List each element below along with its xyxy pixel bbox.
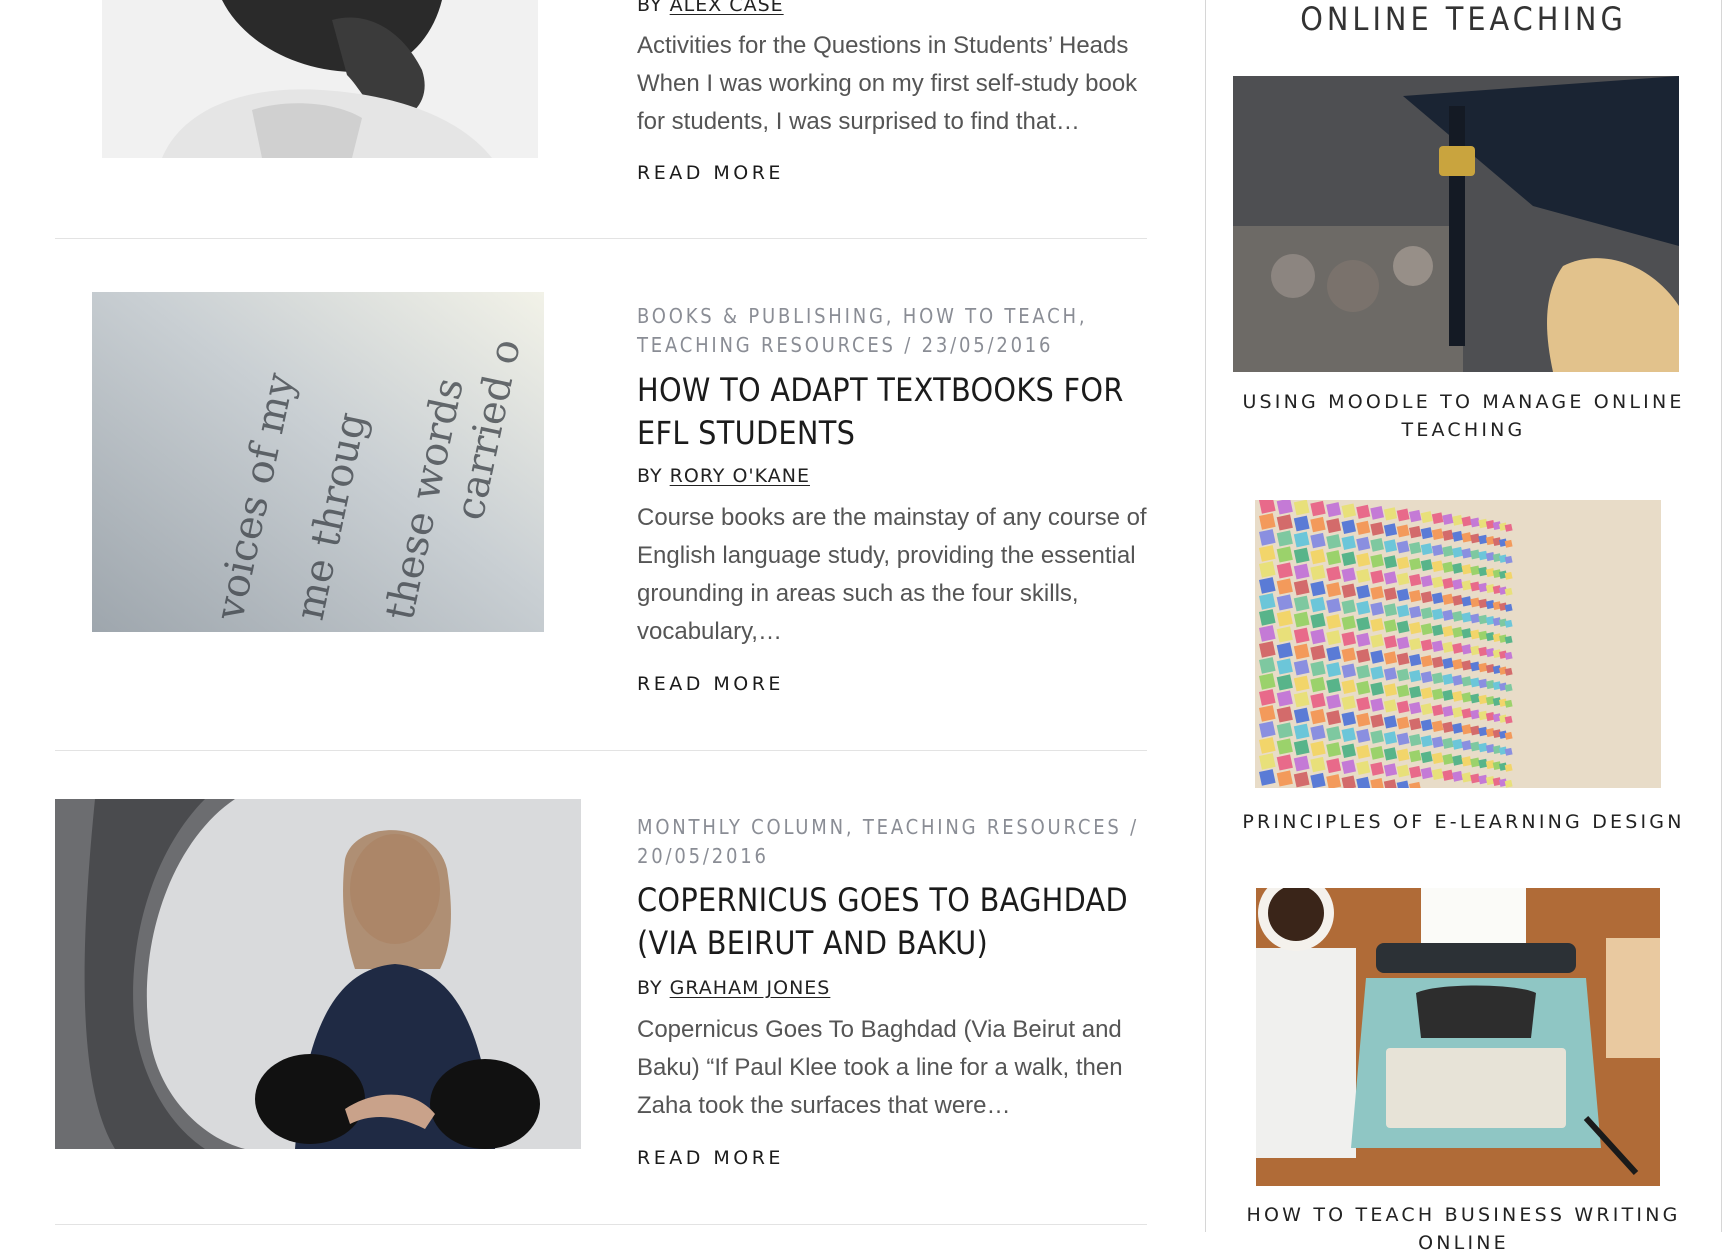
colorful-mosaic-image xyxy=(1255,500,1661,788)
sidebar-border xyxy=(1721,0,1722,1232)
byline-prefix: BY xyxy=(637,977,663,999)
sidebar-item-image-typewriter[interactable] xyxy=(1256,888,1660,1186)
read-more-link[interactable]: READ MORE xyxy=(637,162,784,184)
portrait-photo xyxy=(102,0,538,158)
post-list: BY ALEX CASE Activities for the Question… xyxy=(0,0,1190,1232)
post-byline: BY ALEX CASE xyxy=(637,0,784,16)
post-meta: MONTHLY COLUMN, TEACHING RESOURCES / 20/… xyxy=(637,815,1139,868)
sidebar-item-image-graduation[interactable] xyxy=(1233,76,1679,372)
typewriter-photo xyxy=(1256,888,1660,1186)
sidebar-item-caption[interactable]: HOW TO TEACH BUSINESS WRITING ONLINE xyxy=(1236,1201,1691,1257)
byline-prefix: BY xyxy=(637,465,663,487)
author-link[interactable]: ALEX CASE xyxy=(670,0,784,16)
author-link[interactable]: GRAHAM JONES xyxy=(670,977,831,999)
post-excerpt: Activities for the Questions in Students… xyxy=(637,32,1138,135)
post-meta: BOOKS & PUBLISHING, HOW TO TEACH, TEACHI… xyxy=(637,304,1088,357)
sidebar-item-image-mosaic[interactable] xyxy=(1255,500,1661,788)
post-divider xyxy=(55,1224,1147,1225)
post-byline: BY RORY O'KANE xyxy=(637,465,810,487)
post-title[interactable]: COPERNICUS GOES TO BAGHDAD (VIA BEIRUT A… xyxy=(637,879,1137,965)
read-more-link[interactable]: READ MORE xyxy=(637,673,784,695)
post-byline: BY GRAHAM JONES xyxy=(637,977,830,999)
post-divider xyxy=(55,238,1147,239)
post-excerpt: Course books are the mainstay of any cou… xyxy=(637,504,1147,645)
byline-prefix: BY xyxy=(637,0,663,16)
book-page-photo: voices of my me throug these words carri… xyxy=(92,292,544,632)
post-thumbnail-portrait[interactable] xyxy=(102,0,538,158)
sidebar-heading: ONLINE TEACHING xyxy=(1300,0,1627,38)
graduation-cap-photo xyxy=(1233,76,1679,372)
sidebar-online-teaching: ONLINE TEACHING USING MOODLE TO MANAGE O… xyxy=(1206,0,1721,1254)
post-excerpt: Copernicus Goes To Baghdad (Via Beirut a… xyxy=(637,1016,1123,1119)
post-divider xyxy=(55,750,1147,751)
post-title[interactable]: HOW TO ADAPT TEXTBOOKS FOR EFL STUDENTS xyxy=(637,369,1137,455)
sidebar-item-caption[interactable]: PRINCIPLES OF E-LEARNING DESIGN xyxy=(1236,808,1691,836)
post-thumbnail-book-page[interactable]: voices of my me throug these words carri… xyxy=(92,292,544,632)
author-link[interactable]: RORY O'KANE xyxy=(670,465,810,487)
read-more-link[interactable]: READ MORE xyxy=(637,1147,784,1169)
portrait-photo xyxy=(55,799,581,1149)
post-thumbnail-portrait-woman[interactable] xyxy=(55,799,581,1149)
sidebar-item-caption[interactable]: USING MOODLE TO MANAGE ONLINE TEACHING xyxy=(1236,388,1691,444)
